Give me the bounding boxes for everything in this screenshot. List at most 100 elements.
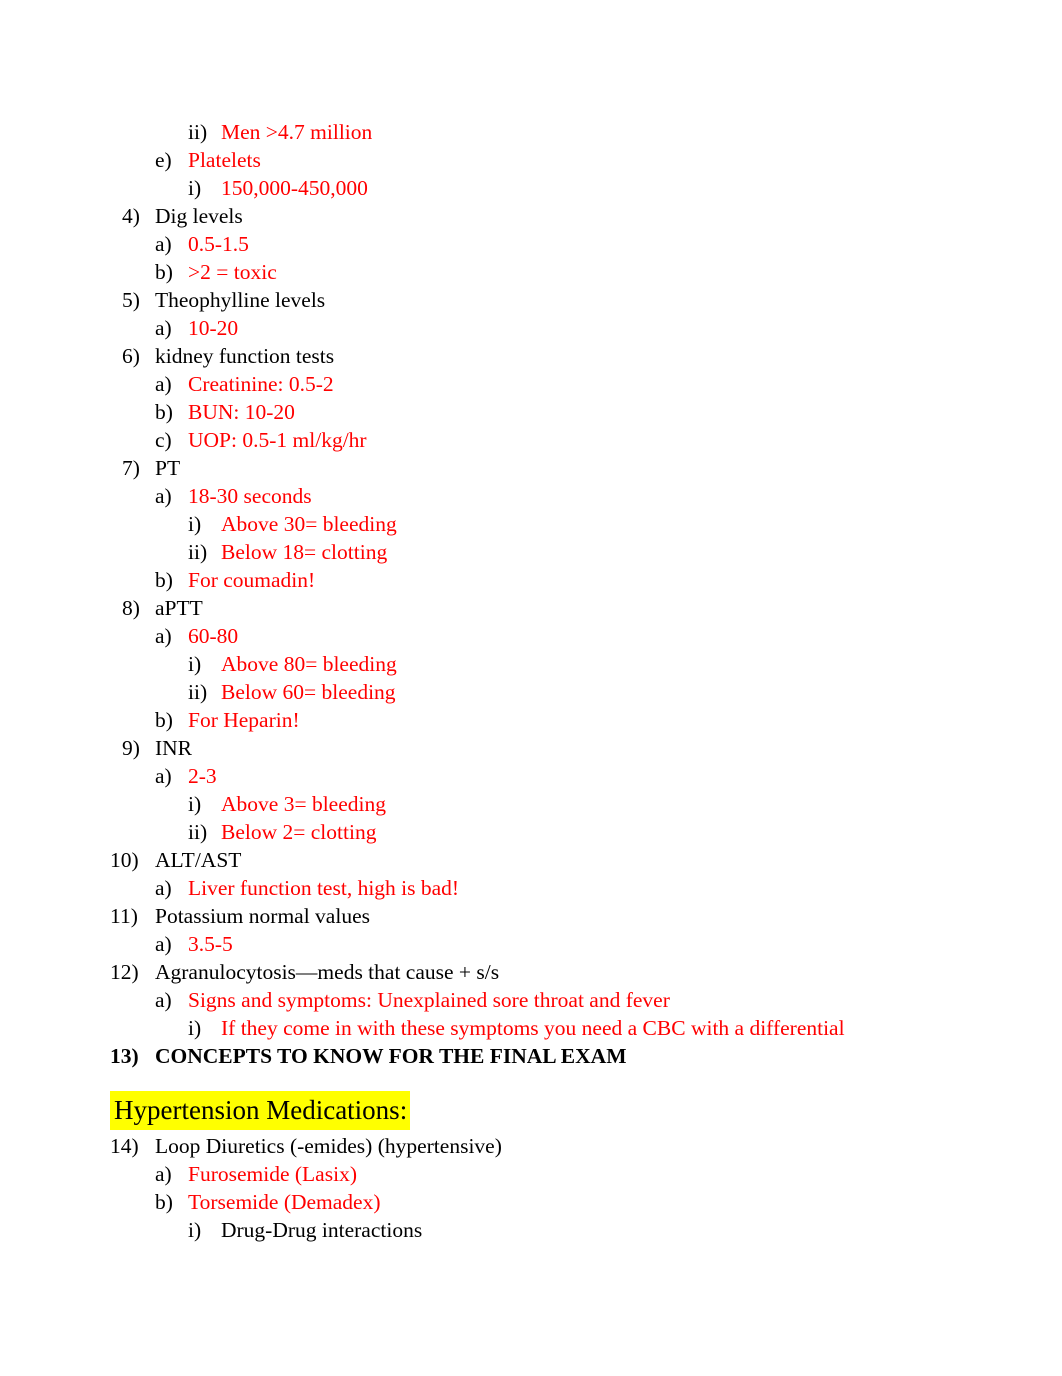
outline-item-text: Agranulocytosis—meds that cause + s/s [155,960,500,984]
outline-item-marker: b) [155,568,173,592]
outline-item-text: Loop Diuretics (-emides) (hypertensive) [155,1134,502,1158]
outline-item: a) Liver function test, high is bad! [0,874,1062,902]
outline-item-text: Theophylline levels [155,288,326,312]
outline-item-marker: a) [155,484,172,508]
outline-item-text: For Heparin! [188,708,300,732]
outline-item-marker: i) [188,512,202,536]
outline-item-text: Above 80= bleeding [221,652,397,676]
outline-item: 6) kidney function tests [0,342,1062,370]
outline-item-text: Below 18= clotting [221,540,388,564]
outline-item-text: aPTT [155,596,203,620]
outline-item: i) Above 3= bleeding [0,790,1062,818]
outline-item: i) Above 80= bleeding [0,650,1062,678]
outline-item-marker: ii) [188,680,208,704]
outline-item-marker: a) [155,988,172,1012]
outline-item-marker: b) [155,1190,173,1214]
outline-item-marker: a) [155,624,172,648]
outline-item-text: Drug-Drug interactions [221,1218,423,1242]
heading-spacer [0,1070,1062,1088]
outline-item-text: Platelets [188,148,261,172]
outline-item-text: ALT/AST [155,848,242,872]
outline-item: a) 0.5-1.5 [0,230,1062,258]
outline-item: b) BUN: 10-20 [0,398,1062,426]
outline-item-marker: 13) [110,1044,139,1068]
outline-item-text: Creatinine: 0.5-2 [188,372,334,396]
outline-item: a) 60-80 [0,622,1062,650]
outline-item-text: Signs and symptoms: Unexplained sore thr… [188,988,670,1012]
outline-item-text: Dig levels [155,204,243,228]
outline-item-marker: a) [155,316,172,340]
outline-item: b) For Heparin! [0,706,1062,734]
outline-item: 9) INR [0,734,1062,762]
outline-item: ii) Below 18= clotting [0,538,1062,566]
outline-item-text: Below 2= clotting [221,820,377,844]
outline-item: i) 150,000-450,000 [0,174,1062,202]
outline-item-text: Above 3= bleeding [221,792,386,816]
outline-item: ii) Men >4.7 million [0,118,1062,146]
outline-item: b) For coumadin! [0,566,1062,594]
outline-item-text: Men >4.7 million [221,120,373,144]
outline-item-marker: i) [188,792,202,816]
outline-item-text: Below 60= bleeding [221,680,396,704]
section-heading-row: Hypertension Medications: [0,1088,1062,1132]
outline-item: i) Above 30= bleeding [0,510,1062,538]
outline-item: 13) CONCEPTS TO KNOW FOR THE FINAL EXAM [0,1042,1062,1070]
outline-item-text: kidney function tests [155,344,335,368]
outline-item-marker: 11) [110,904,138,928]
outline-item-marker: 6) [122,344,140,368]
outline-item: e) Platelets [0,146,1062,174]
outline-item-marker: b) [155,708,173,732]
outline-item: a) 2-3 [0,762,1062,790]
outline-item-marker: i) [188,652,202,676]
outline-item: a) 3.5-5 [0,930,1062,958]
outline-item-marker: 9) [122,736,140,760]
outline-item: 4) Dig levels [0,202,1062,230]
outline-item-text: 10-20 [188,316,239,340]
outline-item: c) UOP: 0.5-1 ml/kg/hr [0,426,1062,454]
outline-item-marker: ii) [188,820,208,844]
outline-item-text: INR [155,736,193,760]
outline-item-marker: a) [155,932,172,956]
outline-item-marker: 10) [110,848,139,872]
outline-item-marker: i) [188,1016,202,1040]
outline-item: a) 10-20 [0,314,1062,342]
outline-list-top: ii) Men >4.7 million e) Platelets i) 150,000-… [0,118,1062,1070]
outline-item-marker: b) [155,260,173,284]
outline-item: 5) Theophylline levels [0,286,1062,314]
outline-item: a) Furosemide (Lasix) [0,1160,1062,1188]
outline-item-text: BUN: 10-20 [188,400,295,424]
outline-item: 11) Potassium normal values [0,902,1062,930]
outline-item-marker: 12) [110,960,139,984]
outline-item: a) 18-30 seconds [0,482,1062,510]
outline-item-text: UOP: 0.5-1 ml/kg/hr [188,428,367,452]
outline-item-marker: 8) [122,596,140,620]
outline-item-text: Liver function test, high is bad! [188,876,460,900]
outline-item-text: 60-80 [188,624,239,648]
outline-item-marker: ii) [188,120,208,144]
outline-item-marker: c) [155,428,172,452]
outline-item: a) Signs and symptoms: Unexplained sore t… [0,986,1062,1014]
outline-item: i) Drug-Drug interactions [0,1216,1062,1244]
outline-item-text: 18-30 seconds [188,484,312,508]
outline-item-marker: i) [188,176,202,200]
outline-item-marker: a) [155,764,172,788]
outline-item: b) Torsemide (Demadex) [0,1188,1062,1216]
outline-item-text: If they come in with these symptoms you … [221,1016,845,1040]
outline-item-text: Torsemide (Demadex) [188,1190,381,1214]
outline-item-text: CONCEPTS TO KNOW FOR THE FINAL EXAM [155,1044,627,1068]
outline-item-marker: a) [155,232,172,256]
document-page: ii) Men >4.7 million e) Platelets i) 150,000-… [0,0,1062,1376]
outline-item-marker: 7) [122,456,140,480]
outline-item-marker: b) [155,400,173,424]
outline-item: ii) Below 60= bleeding [0,678,1062,706]
outline-item-text: 150,000-450,000 [221,176,368,200]
outline-item-text: PT [155,456,181,480]
outline-item-marker: a) [155,372,172,396]
outline-list-bottom: 14) Loop Diuretics (-emides) (hypertensiv… [0,1132,1062,1244]
outline-item: 7) PT [0,454,1062,482]
outline-item-text: 0.5-1.5 [188,232,249,256]
outline-item-text: For coumadin! [188,568,316,592]
outline-item-text: 3.5-5 [188,932,233,956]
outline-item-marker: i) [188,1218,202,1242]
outline-item-marker: e) [155,148,172,172]
